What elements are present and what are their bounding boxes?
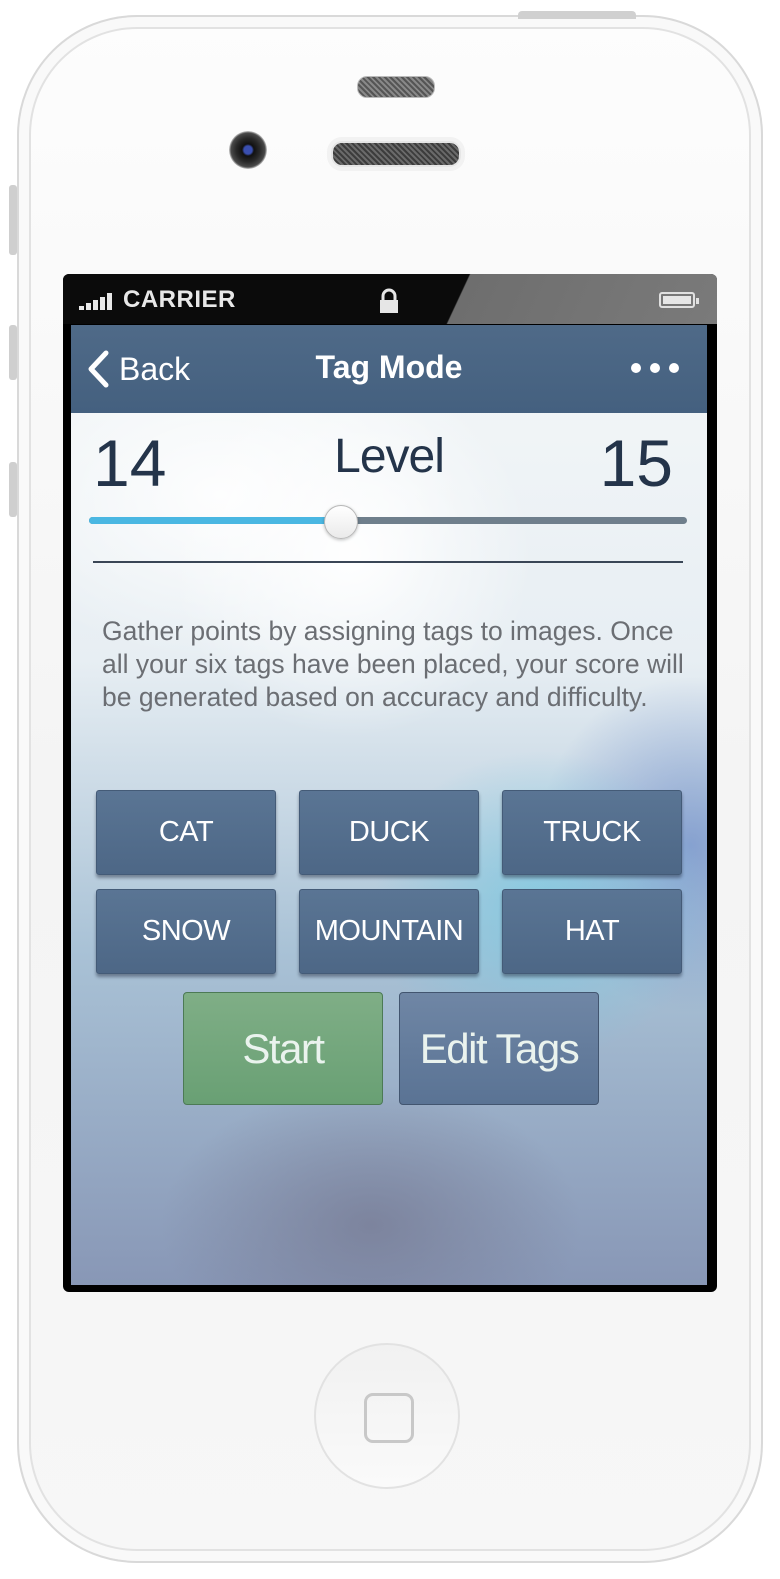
signal-bars-icon (79, 292, 112, 310)
instructions-text: Gather points by assigning tags to image… (102, 616, 684, 712)
volume-down-button (9, 462, 17, 517)
level-progress-slider[interactable] (89, 505, 687, 541)
earpiece-speaker (331, 141, 461, 167)
tag-button-duck[interactable]: DUCK (299, 790, 479, 875)
divider (93, 561, 683, 563)
battery-icon (659, 292, 699, 308)
mute-switch (9, 185, 17, 255)
front-camera (229, 131, 267, 169)
navigation-bar: Back Tag Mode (71, 325, 707, 413)
tag-button-hat[interactable]: HAT (502, 889, 682, 974)
home-square-icon (364, 1393, 414, 1443)
tag-grid: CAT DUCK TRUCK SNOW MOUNTAIN HAT (96, 790, 682, 974)
tag-button-cat[interactable]: CAT (96, 790, 276, 875)
level-next: 15 (599, 426, 673, 500)
tag-button-mountain[interactable]: MOUNTAIN (299, 889, 479, 974)
edit-tags-button[interactable]: Edit Tags (399, 992, 599, 1105)
ellipsis-icon[interactable] (631, 363, 679, 373)
home-button[interactable] (314, 1343, 460, 1489)
tag-button-snow[interactable]: SNOW (96, 889, 276, 974)
power-button (518, 11, 636, 19)
start-button[interactable]: Start (183, 992, 383, 1105)
slider-fill (89, 517, 341, 524)
proximity-sensor (357, 76, 435, 98)
app-screen: Back Tag Mode 14 Level 15 Gather points … (71, 325, 707, 1285)
status-bar: CARRIER (63, 274, 717, 324)
slider-thumb[interactable] (324, 505, 359, 539)
tag-button-truck[interactable]: TRUCK (502, 790, 682, 875)
page-title: Tag Mode (315, 349, 463, 385)
volume-up-button (9, 325, 17, 380)
carrier-name: CARRIER (123, 286, 236, 313)
lock-icon (380, 288, 398, 313)
